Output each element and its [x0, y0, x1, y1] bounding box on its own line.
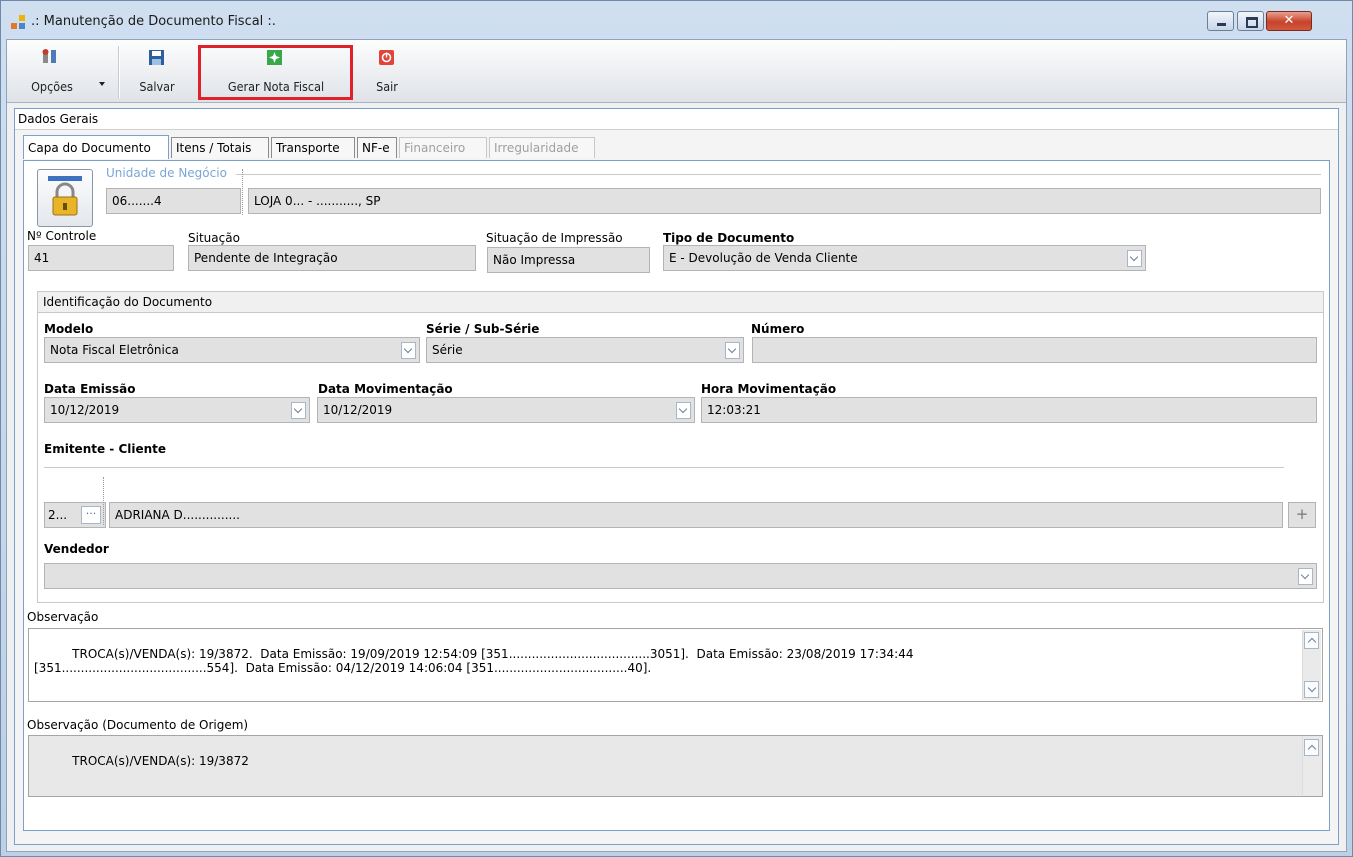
chevron-down-icon[interactable]	[676, 402, 691, 419]
panel-title: Dados Gerais	[18, 112, 99, 126]
observacao-origem-scrollbar[interactable]	[1302, 737, 1321, 795]
modelo-label: Modelo	[44, 322, 94, 336]
numero-label: Número	[751, 322, 805, 336]
cliente-code-field[interactable]: 2... ···	[44, 502, 106, 528]
scroll-up-icon[interactable]	[1304, 632, 1319, 649]
exit-label: Sair	[376, 79, 398, 94]
unidade-name-field[interactable]: LOJA 0... - ..........., SP	[248, 188, 1321, 214]
window-title: .: Manutenção de Documento Fiscal :.	[31, 14, 276, 29]
serie-dropdown[interactable]: Série	[426, 337, 744, 363]
minimize-button[interactable]	[1207, 11, 1234, 31]
observacao-origem-label: Observação (Documento de Origem)	[27, 718, 249, 732]
data-emissao-picker[interactable]: 10/12/2019	[44, 397, 310, 423]
exit-icon	[379, 50, 394, 65]
save-label: Salvar	[139, 79, 175, 94]
scroll-down-icon[interactable]	[1304, 681, 1319, 698]
save-icon	[149, 50, 164, 65]
cliente-name-field[interactable]: ADRIANA D...............	[109, 502, 1283, 528]
lock-icon	[48, 176, 82, 216]
tipo-dropdown[interactable]: E - Devolução de Venda Cliente	[663, 245, 1146, 271]
tab-nfe[interactable]: NF-e	[357, 137, 397, 158]
options-button[interactable]: Opções	[17, 42, 105, 100]
chevron-down-icon[interactable]	[291, 402, 306, 419]
observacao-origem-text: TROCA(s)/VENDA(s): 19/3872	[72, 754, 249, 768]
app-icon	[11, 15, 25, 29]
title-bar[interactable]: .: Manutenção de Documento Fiscal :. ✕	[1, 1, 1352, 39]
save-button[interactable]: Salvar	[132, 42, 182, 100]
cliente-code-value: 2...	[48, 508, 68, 522]
controle-field[interactable]: 41	[28, 245, 174, 271]
identificacao-group: Identificação do Documento Modelo Nota F…	[37, 291, 1324, 603]
identificacao-header: Identificação do Documento	[38, 292, 1323, 313]
highlight-box	[198, 45, 353, 100]
maximize-icon	[1246, 17, 1258, 28]
numero-field[interactable]	[752, 337, 1317, 363]
panel-header: Dados Gerais	[15, 109, 1338, 130]
emitente-divider	[44, 467, 1284, 468]
modelo-dropdown[interactable]: Nota Fiscal Eletrônica	[44, 337, 420, 363]
unidade-divider	[236, 174, 1321, 175]
chevron-down-icon[interactable]	[1127, 250, 1142, 267]
tab-irregularidade: Irregularidade	[489, 137, 595, 158]
toolbar-separator	[118, 46, 120, 98]
data-mov-picker[interactable]: 10/12/2019	[317, 397, 695, 423]
data-mov-label: Data Movimentação	[318, 382, 453, 396]
chevron-down-icon[interactable]	[725, 342, 740, 359]
minimize-icon	[1217, 23, 1226, 26]
serie-value: Série	[432, 343, 463, 357]
lock-button[interactable]	[37, 169, 93, 227]
close-icon: ✕	[1283, 13, 1295, 28]
situacao-field[interactable]: Pendente de Integração	[188, 245, 476, 271]
observacao-origem-textarea[interactable]: TROCA(s)/VENDA(s): 19/3872	[28, 735, 1323, 797]
main-window: .: Manutenção de Documento Fiscal :. ✕ O…	[0, 0, 1353, 857]
chevron-down-icon[interactable]	[1298, 568, 1313, 585]
tab-transporte[interactable]: Transporte	[271, 137, 355, 158]
splitter[interactable]	[103, 477, 108, 525]
data-emissao-value: 10/12/2019	[50, 403, 120, 417]
tab-capa-documento[interactable]: Capa do Documento	[23, 135, 169, 159]
toolbar: Opções Salvar Gerar Nota Fiscal Sair	[7, 40, 1346, 103]
serie-label: Série / Sub-Série	[426, 322, 540, 336]
splitter[interactable]	[242, 169, 247, 215]
form-client-area: Opções Salvar Gerar Nota Fiscal Sair Dad…	[6, 39, 1347, 852]
tipo-value: E - Devolução de Venda Cliente	[669, 251, 858, 265]
identificacao-title: Identificação do Documento	[43, 295, 213, 309]
observacao-text: TROCA(s)/VENDA(s): 19/3872. Data Emissão…	[34, 647, 914, 675]
hora-mov-label: Hora Movimentação	[701, 382, 837, 396]
unidade-code-field[interactable]: 06.......4	[106, 188, 241, 214]
add-button[interactable]: +	[1288, 502, 1316, 528]
exit-button[interactable]: Sair	[367, 42, 407, 100]
situacao-label: Situação	[188, 231, 240, 245]
emitente-label: Emitente - Cliente	[44, 442, 167, 456]
impressao-label: Situação de Impressão	[486, 231, 623, 245]
hora-mov-field[interactable]: 12:03:21	[701, 397, 1317, 423]
close-button[interactable]: ✕	[1266, 11, 1312, 31]
observacao-scrollbar[interactable]	[1302, 630, 1321, 700]
tab-financeiro: Financeiro	[399, 137, 487, 158]
data-mov-value: 10/12/2019	[323, 403, 393, 417]
impressao-field[interactable]: Não Impressa	[487, 247, 650, 273]
tools-icon	[42, 49, 56, 63]
vendedor-label: Vendedor	[44, 542, 109, 556]
vendedor-dropdown[interactable]	[44, 563, 1317, 589]
tab-page-capa: Unidade de Negócio 06.......4 LOJA 0... …	[23, 160, 1330, 831]
tipo-label: Tipo de Documento	[663, 231, 795, 245]
observacao-textarea[interactable]: TROCA(s)/VENDA(s): 19/3872. Data Emissão…	[28, 628, 1323, 702]
unidade-label: Unidade de Negócio	[106, 166, 227, 180]
browse-button[interactable]: ···	[81, 506, 101, 524]
general-data-panel: Dados Gerais Capa do Documento Itens / T…	[14, 108, 1339, 845]
controle-label: Nº Controle	[27, 229, 97, 243]
modelo-value: Nota Fiscal Eletrônica	[50, 343, 179, 357]
observacao-label: Observação	[27, 610, 99, 624]
scroll-up-icon[interactable]	[1304, 739, 1319, 756]
chevron-down-icon[interactable]	[401, 342, 416, 359]
maximize-button[interactable]	[1237, 11, 1264, 31]
options-label: Opções	[31, 79, 73, 94]
data-emissao-label: Data Emissão	[44, 382, 136, 396]
tab-itens-totais[interactable]: Itens / Totais	[171, 137, 269, 158]
